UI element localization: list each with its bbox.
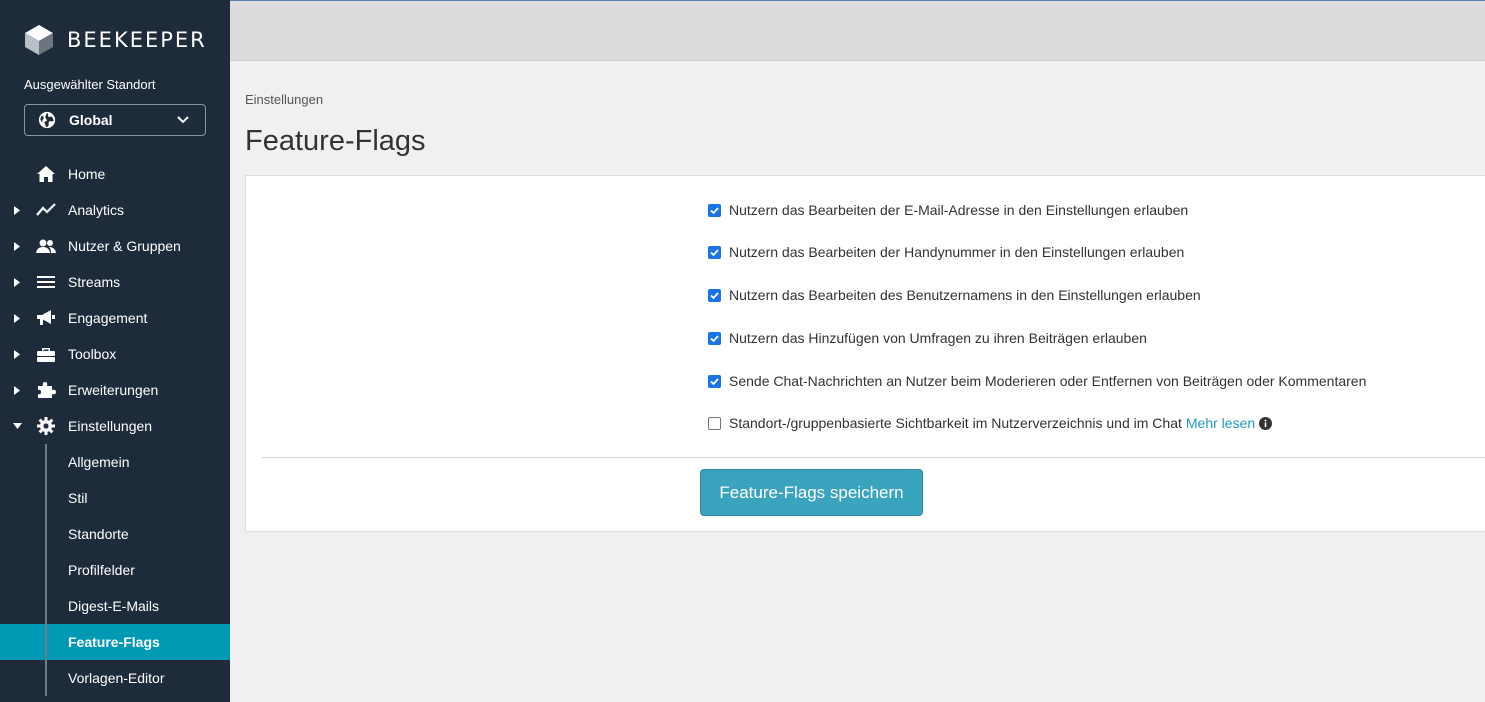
info-icon[interactable]	[1259, 416, 1273, 430]
page-title: Feature-Flags	[245, 125, 426, 157]
subnav-label: Profilfelder	[68, 562, 135, 578]
puzzle-icon	[38, 382, 56, 398]
flag-row[interactable]: Sende Chat-Nachrichten an Nutzer beim Mo…	[708, 373, 1366, 389]
top-bar	[230, 0, 1485, 61]
feature-flags-card: Nutzern das Bearbeiten der E-Mail-Adress…	[245, 175, 1485, 532]
nav-item-extensions[interactable]: Erweiterungen	[0, 372, 230, 408]
nav-item-toolbox[interactable]: Toolbox	[0, 336, 230, 372]
nav-item-settings[interactable]: Einstellungen	[0, 408, 230, 444]
location-value: Global	[69, 112, 113, 128]
flag-row[interactable]: Standort-/gruppenbasierte Sichtbarkeit i…	[708, 415, 1273, 431]
checkbox-unchecked[interactable]	[708, 416, 721, 430]
check-icon	[710, 248, 719, 256]
globe-icon	[38, 111, 56, 129]
main-nav: Home Analytics Nutzer & Gruppen Streams …	[0, 156, 230, 696]
nav-item-home[interactable]: Home	[0, 156, 230, 192]
subnav-indent-line	[45, 444, 47, 696]
cube-logo-icon	[25, 25, 53, 55]
home-icon	[37, 166, 55, 182]
nav-label: Streams	[68, 274, 121, 290]
caret-right-icon	[14, 206, 20, 215]
flag-row[interactable]: Nutzern das Bearbeiten der E-Mail-Adress…	[708, 202, 1188, 218]
flag-label: Sende Chat-Nachrichten an Nutzer beim Mo…	[729, 373, 1367, 389]
caret-right-icon	[14, 278, 20, 287]
analytics-icon	[36, 203, 56, 216]
chevron-down-icon	[177, 116, 189, 124]
flag-label: Standort-/gruppenbasierte Sichtbarkeit i…	[729, 415, 1182, 431]
location-label: Ausgewählter Standort	[24, 77, 156, 92]
flag-label: Nutzern das Hinzufügen von Umfragen zu i…	[729, 330, 1147, 346]
breadcrumb[interactable]: Einstellungen	[245, 92, 323, 107]
subnav-item-profile-fields[interactable]: Profilfelder	[0, 552, 230, 588]
flag-label: Nutzern das Bearbeiten der Handynummer i…	[729, 244, 1185, 260]
caret-right-icon	[14, 386, 20, 395]
location-select[interactable]: Global	[24, 104, 206, 136]
megaphone-icon	[37, 310, 55, 325]
subnav-label: Feature-Flags	[68, 634, 160, 650]
subnav-label: Vorlagen-Editor	[68, 670, 165, 686]
check-icon	[710, 377, 719, 385]
sidebar: BEEKEEPER Ausgewählter Standort Global H…	[0, 0, 230, 702]
users-icon	[36, 239, 56, 253]
nav-label: Toolbox	[68, 346, 117, 362]
brand-name: BEEKEEPER	[67, 28, 207, 52]
nav-label: Engagement	[68, 310, 148, 326]
flag-label: Nutzern das Bearbeiten der E-Mail-Adress…	[729, 202, 1189, 218]
nav-item-streams[interactable]: Streams	[0, 264, 230, 300]
subnav-item-digest-emails[interactable]: Digest-E-Mails	[0, 588, 230, 624]
subnav-item-general[interactable]: Allgemein	[0, 444, 230, 480]
subnav-label: Stil	[68, 490, 88, 506]
nav-label: Einstellungen	[68, 418, 153, 434]
brand-logo[interactable]: BEEKEEPER	[24, 24, 207, 56]
flag-row[interactable]: Nutzern das Bearbeiten der Handynummer i…	[708, 244, 1184, 260]
read-more-link[interactable]: Mehr lesen	[1186, 415, 1255, 431]
subnav-item-locations[interactable]: Standorte	[0, 516, 230, 552]
toolbox-icon	[37, 348, 55, 362]
caret-right-icon	[14, 350, 20, 359]
subnav-item-style[interactable]: Stil	[0, 480, 230, 516]
nav-label: Analytics	[68, 202, 125, 218]
check-icon	[710, 334, 719, 342]
list-icon	[37, 276, 55, 288]
gear-icon	[37, 417, 55, 435]
nav-label: Nutzer & Gruppen	[68, 238, 181, 254]
check-icon	[710, 206, 719, 214]
checkbox-checked[interactable]	[708, 331, 721, 345]
nav-item-engagement[interactable]: Engagement	[0, 300, 230, 336]
nav-item-users-groups[interactable]: Nutzer & Gruppen	[0, 228, 230, 264]
checkbox-checked[interactable]	[708, 245, 721, 259]
subnav-label: Allgemein	[68, 454, 130, 470]
check-icon	[710, 291, 719, 299]
flag-row[interactable]: Nutzern das Hinzufügen von Umfragen zu i…	[708, 330, 1147, 346]
flag-row[interactable]: Nutzern das Bearbeiten des Benutzernamen…	[708, 287, 1201, 303]
checkbox-checked[interactable]	[708, 374, 721, 388]
nav-item-analytics[interactable]: Analytics	[0, 192, 230, 228]
divider	[261, 457, 1485, 458]
caret-right-icon	[14, 242, 20, 251]
flag-label: Nutzern das Bearbeiten des Benutzernamen…	[729, 287, 1201, 303]
subnav-label: Digest-E-Mails	[68, 598, 160, 614]
checkbox-checked[interactable]	[708, 203, 721, 217]
nav-label: Home	[68, 166, 106, 182]
caret-right-icon	[14, 314, 20, 323]
subnav-item-feature-flags[interactable]: Feature-Flags	[0, 624, 230, 660]
caret-down-icon	[13, 423, 22, 429]
subnav-label: Standorte	[68, 526, 129, 542]
subnav-item-template-editor[interactable]: Vorlagen-Editor	[0, 660, 230, 696]
save-feature-flags-button[interactable]: Feature-Flags speichern	[700, 469, 923, 516]
checkbox-checked[interactable]	[708, 288, 721, 302]
nav-label: Erweiterungen	[68, 382, 159, 398]
